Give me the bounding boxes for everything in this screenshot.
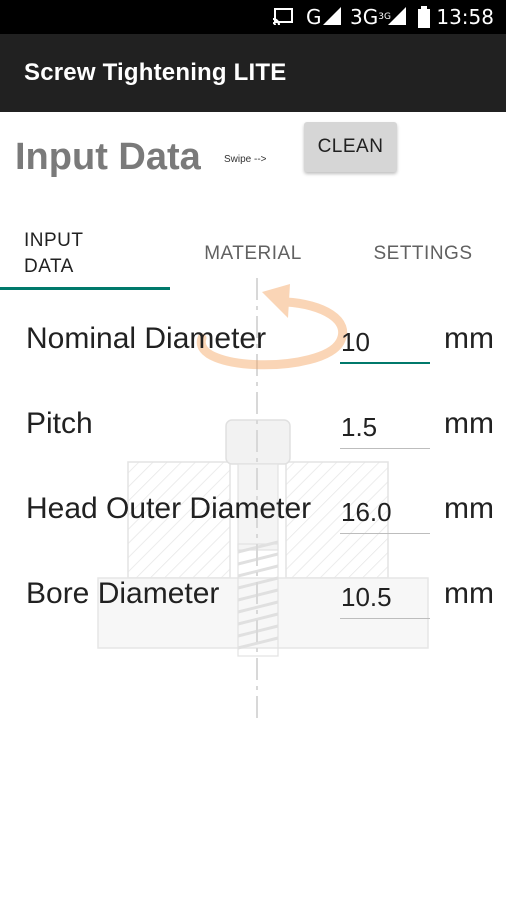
nominal-diameter-input[interactable] [340, 322, 430, 364]
form-row-bore-diameter: Bore Diameter mm [0, 577, 506, 637]
head-outer-diameter-label: Head Outer Diameter [26, 492, 312, 525]
bore-diameter-label: Bore Diameter [26, 577, 220, 610]
form-row-nominal-diameter: Nominal Diameter mm [0, 322, 506, 382]
pitch-input[interactable] [340, 407, 430, 449]
network-3g-label: 3G [350, 5, 379, 29]
battery-icon [418, 0, 430, 34]
page-title: Input Data [15, 136, 201, 178]
network-type-g: G [306, 5, 322, 29]
clean-button[interactable]: CLEAN [304, 122, 397, 172]
tab-input-data-line2: DATA [24, 256, 74, 277]
pitch-label: Pitch [26, 407, 93, 440]
tab-input-data-line1: INPUT [24, 230, 84, 251]
signal-icon [323, 0, 343, 34]
network-type-3g: 3G 3G [350, 0, 391, 34]
nominal-diameter-unit: mm [444, 322, 494, 355]
app-bar: Screw Tightening LITE [0, 34, 506, 112]
form-row-pitch: Pitch mm [0, 407, 506, 467]
cast-icon [272, 0, 294, 34]
bore-diameter-input[interactable] [340, 577, 430, 619]
app-title: Screw Tightening LITE [24, 59, 287, 86]
head-outer-diameter-unit: mm [444, 492, 494, 525]
clock: 13:58 [436, 5, 494, 29]
pitch-unit: mm [444, 407, 494, 440]
tab-input-data-label: INPUT DATA [24, 228, 84, 280]
nominal-diameter-label: Nominal Diameter [26, 322, 267, 355]
head-outer-diameter-input[interactable] [340, 492, 430, 534]
swipe-hint: Swipe --> [224, 154, 267, 165]
status-bar: G 3G 3G 13:58 [0, 0, 506, 34]
signal-icon-2 [388, 0, 408, 34]
form-row-head-outer-diameter: Head Outer Diameter mm [0, 492, 506, 552]
bore-diameter-unit: mm [444, 577, 494, 610]
